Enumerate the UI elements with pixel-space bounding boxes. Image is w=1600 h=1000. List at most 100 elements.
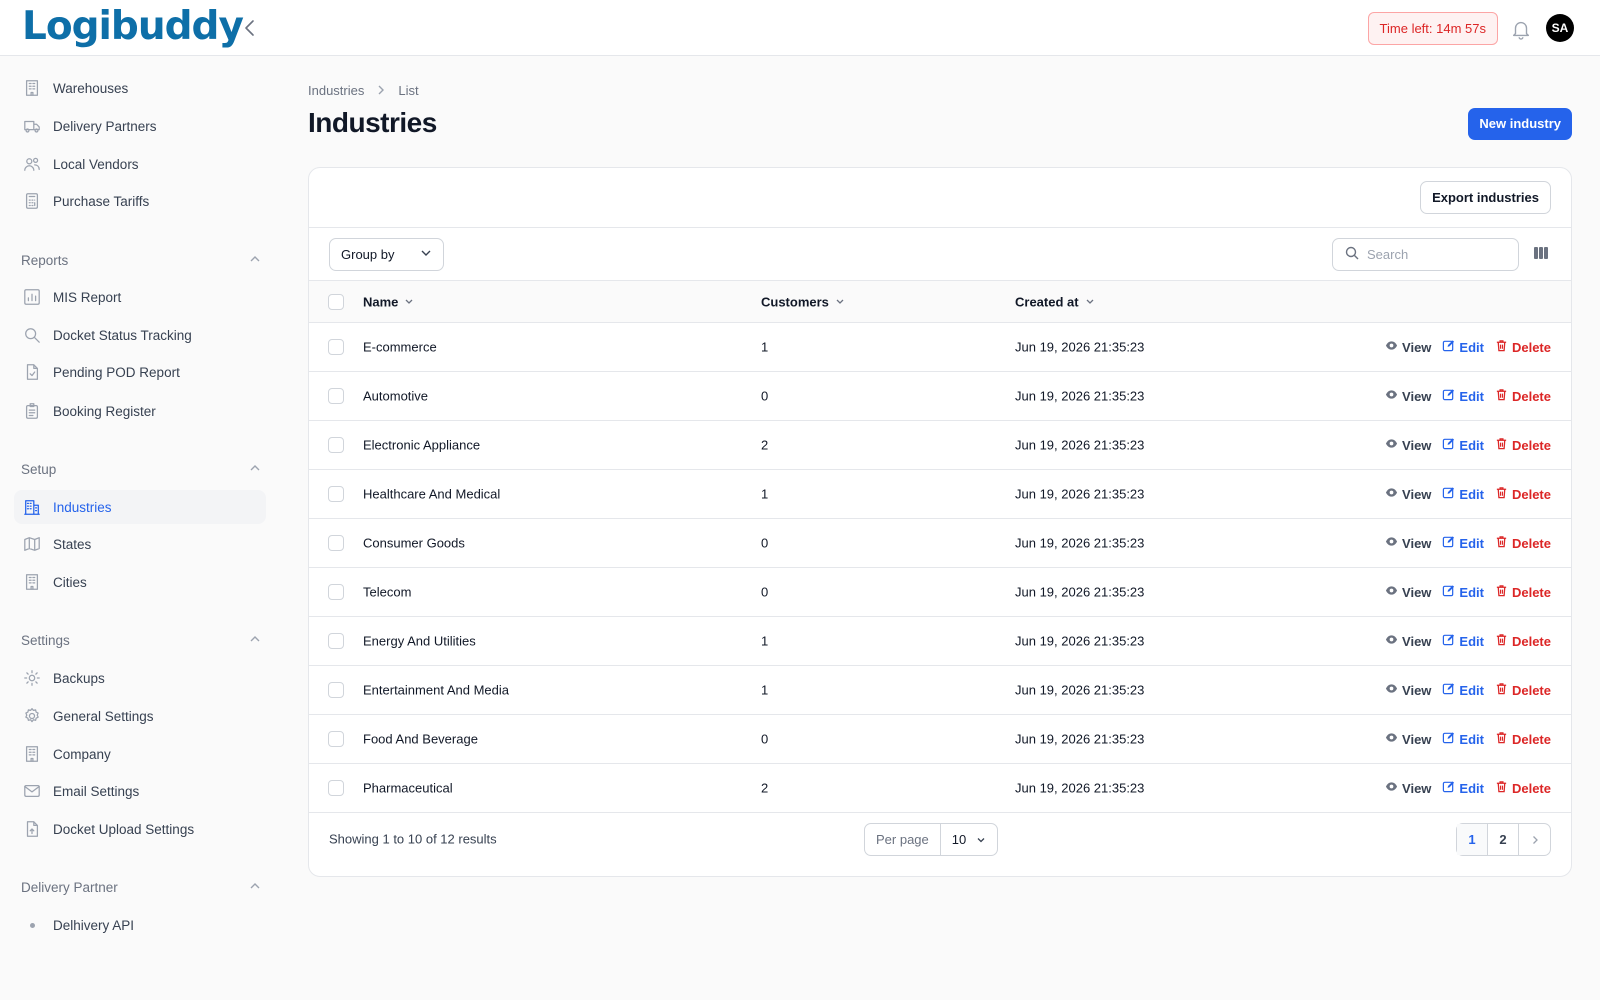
row-checkbox[interactable] <box>328 339 344 355</box>
logo[interactable]: Logibuddy <box>22 4 244 49</box>
created-at: Jun 19, 2026 21:35:23 <box>1015 486 1145 502</box>
view-button[interactable]: View <box>1385 339 1431 355</box>
edit-button[interactable]: Edit <box>1442 731 1484 747</box>
row-checkbox[interactable] <box>328 388 344 404</box>
sidebar-item-general-settings[interactable]: General Settings <box>14 699 266 733</box>
delete-button[interactable]: Delete <box>1495 682 1551 698</box>
trash-icon <box>1495 780 1508 796</box>
next-page-button[interactable] <box>1519 824 1550 855</box>
delete-button[interactable]: Delete <box>1495 535 1551 551</box>
view-button[interactable]: View <box>1385 437 1431 453</box>
columns-toggle-icon[interactable] <box>1533 245 1551 263</box>
delete-label: Delete <box>1511 437 1551 453</box>
view-label: View <box>1402 682 1432 698</box>
bell-icon[interactable] <box>1510 18 1532 40</box>
eye-icon <box>1385 437 1398 453</box>
sidebar-group-delivery-partner[interactable]: Delivery Partner <box>21 875 261 899</box>
export-industries-button[interactable]: Export industries <box>1420 181 1551 214</box>
edit-label: Edit <box>1459 780 1484 796</box>
delete-button[interactable]: Delete <box>1495 339 1551 355</box>
sidebar-item-pending-pod-report[interactable]: Pending POD Report <box>14 355 266 389</box>
sidebar-item-cities[interactable]: Cities <box>14 565 266 599</box>
sidebar-item-backups[interactable]: Backups <box>14 661 266 695</box>
delete-button[interactable]: Delete <box>1495 731 1551 747</box>
sidebar-item-warehouses[interactable]: Warehouses <box>14 71 266 105</box>
row-checkbox[interactable] <box>328 682 344 698</box>
chart-icon <box>22 287 42 307</box>
search-input[interactable] <box>1367 247 1507 262</box>
edit-button[interactable]: Edit <box>1442 535 1484 551</box>
per-page-select[interactable]: Per page 10 <box>864 823 999 856</box>
view-button[interactable]: View <box>1385 584 1431 600</box>
select-all-checkbox[interactable] <box>328 293 344 310</box>
row-checkbox[interactable] <box>328 584 344 600</box>
sort-created-at-header[interactable]: Created at <box>1015 294 1095 309</box>
sidebar-item-email-settings[interactable]: Email Settings <box>14 774 266 808</box>
sidebar-item-company[interactable]: Company <box>14 737 266 771</box>
sidebar-group-setup[interactable]: Setup <box>21 457 261 481</box>
page-1-button[interactable]: 1 <box>1457 824 1488 855</box>
sidebar-item-label: Local Vendors <box>53 156 139 172</box>
delete-button[interactable]: Delete <box>1495 780 1551 796</box>
sort-customers-header[interactable]: Customers <box>761 294 845 309</box>
page-title: Industries <box>308 107 437 138</box>
eye-icon <box>1385 682 1398 698</box>
edit-button[interactable]: Edit <box>1442 388 1484 404</box>
view-button[interactable]: View <box>1385 535 1431 551</box>
delete-button[interactable]: Delete <box>1495 437 1551 453</box>
building-office-icon <box>22 497 42 517</box>
sidebar-item-industries[interactable]: Industries <box>14 490 266 524</box>
per-page-value[interactable]: 10 <box>941 824 997 855</box>
view-button[interactable]: View <box>1385 486 1431 502</box>
sidebar-item-delivery-partners[interactable]: Delivery Partners <box>14 109 266 143</box>
view-button[interactable]: View <box>1385 633 1431 649</box>
row-checkbox[interactable] <box>328 633 344 649</box>
sidebar-item-booking-register[interactable]: Booking Register <box>14 394 266 428</box>
sidebar-group-reports[interactable]: Reports <box>21 248 261 272</box>
view-button[interactable]: View <box>1385 682 1431 698</box>
bullet-dot <box>22 915 42 935</box>
view-button[interactable]: View <box>1385 731 1431 747</box>
group-by-select[interactable]: Group by <box>329 238 444 271</box>
edit-button[interactable]: Edit <box>1442 437 1484 453</box>
delete-button[interactable]: Delete <box>1495 486 1551 502</box>
delete-button[interactable]: Delete <box>1495 633 1551 649</box>
row-checkbox[interactable] <box>328 437 344 453</box>
sidebar-item-purchase-tariffs[interactable]: Purchase Tariffs <box>14 184 266 218</box>
new-industry-button[interactable]: New industry <box>1468 108 1572 140</box>
row-checkbox[interactable] <box>328 731 344 747</box>
sort-name-header[interactable]: Name <box>363 294 414 309</box>
sidebar-item-docket-upload-settings[interactable]: Docket Upload Settings <box>14 812 266 846</box>
sidebar-item-mis-report[interactable]: MIS Report <box>14 280 266 314</box>
edit-button[interactable]: Edit <box>1442 780 1484 796</box>
sidebar-item-docket-status-tracking[interactable]: Docket Status Tracking <box>14 318 266 352</box>
row-checkbox[interactable] <box>328 535 344 551</box>
avatar[interactable]: SA <box>1546 14 1574 42</box>
edit-button[interactable]: Edit <box>1442 633 1484 649</box>
page-2-button[interactable]: 2 <box>1488 824 1519 855</box>
sidebar-group-settings[interactable]: Settings <box>21 628 261 652</box>
delete-button[interactable]: Delete <box>1495 388 1551 404</box>
edit-button[interactable]: Edit <box>1442 584 1484 600</box>
delete-label: Delete <box>1511 486 1551 502</box>
delete-button[interactable]: Delete <box>1495 584 1551 600</box>
row-checkbox[interactable] <box>328 780 344 796</box>
sidebar-item-local-vendors[interactable]: Local Vendors <box>14 147 266 181</box>
sidebar-item-delhivery-api[interactable]: Delhivery API <box>14 908 266 942</box>
sidebar-item-states[interactable]: States <box>14 527 266 561</box>
search-box[interactable] <box>1332 238 1519 271</box>
edit-button[interactable]: Edit <box>1442 486 1484 502</box>
view-button[interactable]: View <box>1385 780 1431 796</box>
breadcrumb: Industries List <box>308 83 419 98</box>
pencil-square-icon <box>1442 339 1455 355</box>
eye-icon <box>1385 780 1398 796</box>
edit-button[interactable]: Edit <box>1442 682 1484 698</box>
collapse-sidebar-icon[interactable] <box>238 16 262 40</box>
cog-icon <box>22 668 42 688</box>
breadcrumb-parent[interactable]: Industries <box>308 83 364 98</box>
pencil-square-icon <box>1442 388 1455 404</box>
edit-button[interactable]: Edit <box>1442 339 1484 355</box>
row-checkbox[interactable] <box>328 486 344 502</box>
view-button[interactable]: View <box>1385 388 1431 404</box>
table-row: Consumer Goods 0 Jun 19, 2026 21:35:23 V… <box>309 519 1571 568</box>
